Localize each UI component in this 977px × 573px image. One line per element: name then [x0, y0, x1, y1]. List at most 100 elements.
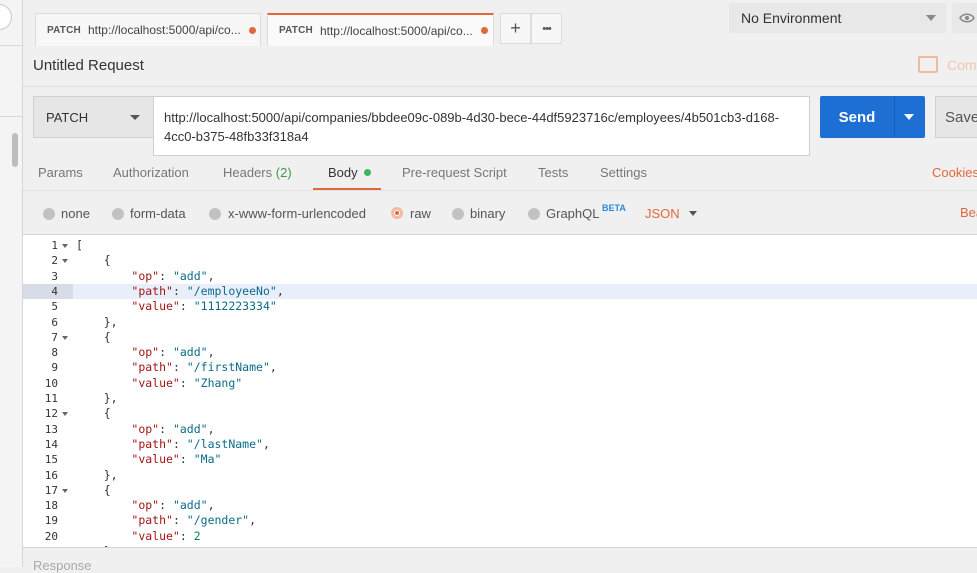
url-input[interactable]: http://localhost:5000/api/companies/bbde… — [153, 96, 810, 156]
tab-settings[interactable]: Settings — [600, 165, 647, 180]
tab-body-label: Body — [328, 165, 358, 180]
beautify-link[interactable]: Bea — [960, 205, 977, 220]
code-text: "path": "/employeeNo", — [131, 283, 284, 298]
save-button[interactable]: Save — [935, 96, 977, 138]
fold-toggle-icon[interactable] — [62, 244, 68, 248]
tab-url: http://localhost:5000/api/co... — [319, 23, 473, 38]
chevron-down-icon — [130, 115, 140, 120]
code-line[interactable]: 4 "path": "/employeeNo", — [23, 283, 977, 300]
code-line[interactable]: 15 "value": "Ma" — [23, 452, 977, 467]
code-text: }, — [76, 391, 118, 405]
tab-pre-request-script[interactable]: Pre-request Script — [402, 165, 507, 180]
request-tab-active[interactable]: PATCH http://localhost:5000/api/co... — [267, 13, 494, 46]
radio-none-label[interactable]: none — [61, 206, 90, 221]
radio-form-data[interactable] — [112, 208, 124, 220]
code-line[interactable]: 20 "value": 2 — [23, 529, 977, 544]
unsaved-dot-icon — [248, 26, 256, 34]
code-line[interactable]: 1[ — [23, 238, 977, 253]
code-text: { — [76, 329, 111, 344]
line-number: 2 — [51, 254, 58, 268]
response-label: Response — [33, 558, 92, 573]
code-line[interactable]: 17 { — [23, 483, 977, 498]
line-number: 1 — [51, 239, 58, 252]
body-editor[interactable]: 1[2 {3 "op": "add", 4 "path": "/employeeN… — [23, 234, 977, 548]
line-number: 10 — [44, 376, 58, 390]
radio-graphql[interactable] — [528, 208, 540, 220]
code-text: "op": "add", — [131, 345, 215, 360]
tab-params[interactable]: Params — [38, 165, 83, 180]
radio-urlencoded[interactable] — [209, 208, 221, 220]
code-line[interactable]: 9 "path": "/firstName", — [23, 360, 977, 375]
comments-button[interactable]: Comm — [918, 56, 977, 73]
line-number: 21 — [23, 544, 58, 547]
radio-raw-label[interactable]: raw — [410, 206, 431, 221]
code-text: { — [76, 406, 111, 421]
radio-none[interactable] — [43, 208, 55, 220]
radio-form-data-label[interactable]: form-data — [130, 206, 186, 221]
code-text: { — [76, 253, 111, 268]
radio-binary-label[interactable]: binary — [470, 206, 505, 221]
sidebar-scrollbar[interactable] — [12, 133, 18, 167]
fold-toggle-icon[interactable] — [62, 335, 68, 340]
code-text: "value": "1112223334" — [131, 299, 277, 314]
code-text: "value": "Ma" — [131, 452, 222, 467]
request-tab[interactable]: PATCH http://localhost:5000/api/co... — [35, 13, 261, 46]
code-line[interactable]: 19 "path": "/gender", — [23, 513, 977, 528]
method-select[interactable]: PATCH — [33, 96, 154, 138]
headers-count: (2) — [275, 165, 292, 180]
code-line[interactable]: 3 "op": "add", — [23, 269, 977, 284]
code-line[interactable]: 16 }, — [23, 468, 977, 483]
line-number: 13 — [44, 422, 58, 436]
send-divider — [894, 96, 895, 138]
fold-toggle-icon[interactable] — [62, 259, 68, 264]
code-line[interactable]: 21 } — [23, 544, 977, 547]
environment-select[interactable]: No Environment — [729, 3, 946, 33]
code-line[interactable]: 2 { — [23, 253, 977, 268]
new-tab-button[interactable]: + — [500, 13, 531, 44]
eye-icon — [959, 13, 975, 23]
fold-toggle-icon[interactable] — [62, 412, 68, 417]
format-select[interactable]: JSON — [645, 206, 680, 221]
radio-binary[interactable] — [452, 208, 464, 220]
line-number: 3 — [51, 269, 58, 283]
radio-raw-selected[interactable] — [391, 207, 403, 219]
radio-urlencoded-label[interactable]: x-www-form-urlencoded — [228, 206, 366, 221]
code-text: } — [76, 544, 111, 547]
code-line[interactable]: 8 "op": "add", — [23, 345, 977, 360]
code-line[interactable]: 10 "value": "Zhang" — [23, 376, 977, 391]
code-text: "op": "add", — [131, 421, 215, 436]
code-line[interactable]: 14 "path": "/lastName", — [23, 437, 977, 452]
send-button[interactable]: Send — [820, 96, 925, 138]
tab-authorization[interactable]: Authorization — [113, 165, 189, 180]
tab-url: http://localhost:5000/api/co... — [87, 23, 241, 37]
code-line[interactable]: 5 "value": "1112223334" — [23, 299, 977, 314]
cookies-link[interactable]: Cookies — [932, 165, 977, 180]
line-number: 9 — [51, 361, 58, 375]
code-line[interactable]: 11 }, — [23, 391, 977, 406]
code-line[interactable]: 7 { — [23, 330, 977, 345]
send-options-chevron-icon[interactable] — [904, 114, 914, 120]
line-number: 14 — [44, 437, 58, 451]
method-label: PATCH — [46, 109, 89, 125]
sidebar-edge — [0, 0, 23, 567]
chevron-down-icon[interactable] — [689, 211, 697, 216]
fold-toggle-icon[interactable] — [62, 488, 68, 493]
code-line[interactable]: 18 "op": "add", — [23, 498, 977, 513]
chevron-down-icon — [926, 15, 936, 21]
url-line-2: 4cc0-b375-48fb33f318a4 — [164, 129, 309, 144]
code-line[interactable]: 6 }, — [23, 315, 977, 330]
tab-tests[interactable]: Tests — [538, 165, 568, 180]
line-number: 4 — [23, 283, 73, 300]
environment-quick-look-button[interactable] — [952, 3, 977, 33]
code-line[interactable]: 12 { — [23, 406, 977, 421]
code-text: "op": "add", — [131, 498, 215, 513]
tab-body[interactable]: Body — [328, 165, 371, 180]
code-line[interactable]: 13 "op": "add", — [23, 422, 977, 437]
radio-graphql-label[interactable]: GraphQL — [546, 206, 599, 221]
divider — [23, 86, 977, 87]
request-title[interactable]: Untitled Request — [33, 57, 144, 74]
tab-headers[interactable]: Headers (2) — [223, 165, 292, 180]
line-number: 17 — [44, 483, 58, 497]
line-number: 12 — [44, 407, 58, 421]
tab-options-button[interactable]: ••• — [531, 13, 562, 44]
